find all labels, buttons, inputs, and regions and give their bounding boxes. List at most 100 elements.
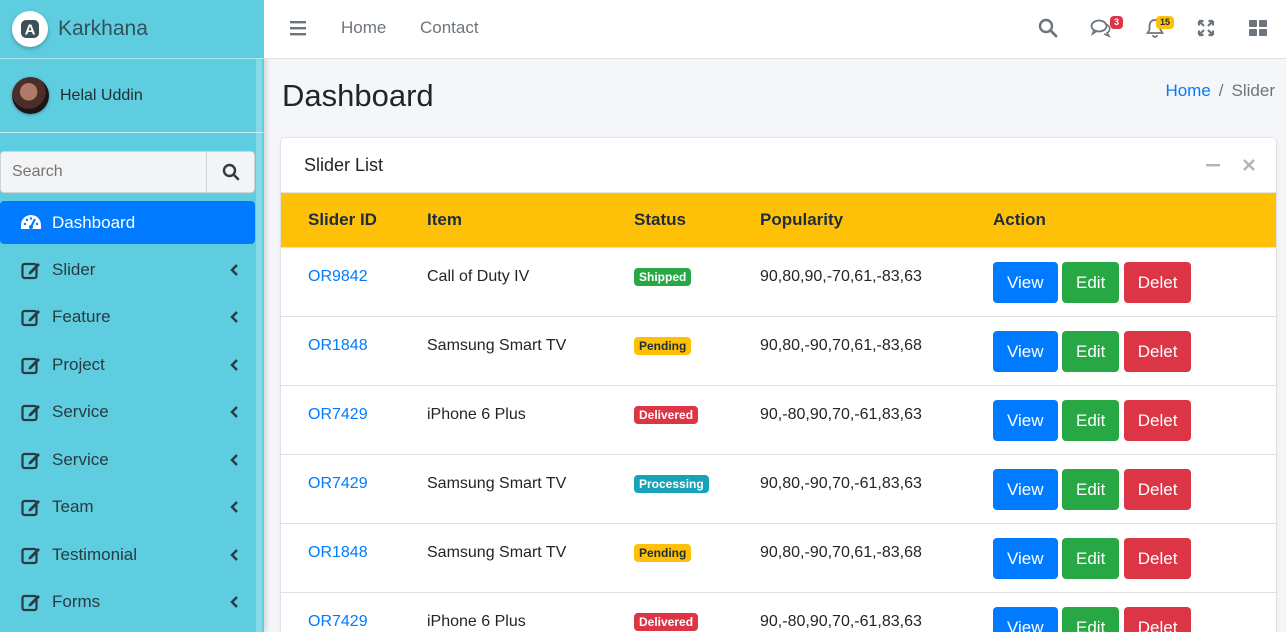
view-button[interactable]: View (993, 261, 1058, 303)
table-row: OR1848 Samsung Smart TV Pending 90,80,-9… (281, 523, 1276, 592)
brand-link[interactable]: A Karkhana (0, 0, 264, 59)
close-icon[interactable] (1242, 158, 1256, 172)
delete-button[interactable]: Delet (1123, 537, 1192, 579)
fullscreen-icon[interactable] (1195, 17, 1217, 39)
card-header: Slider List (281, 138, 1276, 193)
avatar (12, 77, 49, 114)
slider-table: Slider ID Item Status Popularity Action … (281, 193, 1276, 632)
sidebar-item-service[interactable]: Service (0, 389, 255, 437)
column-header-popularity: Popularity (760, 209, 844, 229)
slider-id-link[interactable]: OR7429 (281, 385, 427, 454)
sidebar-item-label: Service (52, 449, 109, 469)
view-button[interactable]: View (993, 468, 1058, 510)
chevron-left-icon (230, 358, 238, 371)
edit-button[interactable]: Edit (1062, 606, 1120, 632)
sidebar-item-slider[interactable]: Slider (0, 246, 255, 294)
breadcrumb-home[interactable]: Home (1165, 81, 1210, 101)
edit-icon (20, 544, 42, 566)
sidebar-search (0, 151, 255, 193)
column-header-item: Item (427, 209, 462, 229)
table-row: OR7429 iPhone 6 Plus Delivered 90,-80,90… (281, 385, 1276, 454)
table-row: OR7429 Samsung Smart TV Processing 90,80… (281, 454, 1276, 523)
sidebar-item-team[interactable]: Team (0, 484, 255, 532)
tachometer-icon (20, 212, 42, 234)
status-badge: Delivered (634, 612, 699, 631)
slider-list-card: Slider List Slider ID Item Status Popula… (281, 138, 1276, 632)
edit-button[interactable]: Edit (1062, 399, 1120, 441)
edit-icon (20, 401, 42, 423)
sidebar-item-project[interactable]: Project (0, 341, 255, 389)
edit-button[interactable]: Edit (1062, 330, 1120, 372)
slider-id-link[interactable]: OR9842 (281, 247, 427, 316)
status-badge: Delivered (634, 405, 699, 424)
column-header-slider-id: Slider ID (308, 209, 377, 229)
search-button[interactable] (206, 151, 255, 193)
delete-button[interactable]: Delet (1123, 330, 1192, 372)
sidebar-item-label: Dashboard (52, 212, 136, 232)
chevron-left-icon (230, 263, 238, 276)
sidebar-item-label: Testimonial (52, 544, 138, 564)
hamburger-menu-icon[interactable] (290, 20, 306, 36)
breadcrumb-current: Slider (1231, 81, 1275, 100)
item-cell: Call of Duty IV (427, 267, 530, 285)
edit-icon (20, 449, 42, 471)
user-panel[interactable]: Helal Uddin (0, 59, 264, 133)
view-button[interactable]: View (993, 606, 1058, 632)
table-row: OR1848 Samsung Smart TV Pending 90,80,-9… (281, 316, 1276, 385)
edit-icon (20, 591, 42, 613)
edit-icon (20, 259, 42, 281)
popularity-cell: 90,80,-90,70,-61,83,63 (760, 474, 922, 492)
edit-button[interactable]: Edit (1062, 537, 1120, 579)
search-icon[interactable] (1037, 17, 1059, 39)
view-button[interactable]: View (993, 330, 1058, 372)
view-button[interactable]: View (993, 399, 1058, 441)
slider-id-link[interactable]: OR7429 (281, 592, 427, 632)
sidebar-item-dashboard[interactable]: Dashboard (0, 201, 255, 244)
popularity-cell: 90,80,-90,70,61,-83,68 (760, 336, 922, 354)
search-input[interactable] (0, 151, 206, 193)
sidebar-item-label: Feature (52, 307, 111, 327)
slider-id-link[interactable]: OR1848 (281, 316, 427, 385)
status-badge: Shipped (634, 267, 692, 286)
table-header-row: Slider ID Item Status Popularity Action (281, 193, 1276, 247)
delete-button[interactable]: Delet (1123, 468, 1192, 510)
breadcrumb: Home / Slider (1165, 81, 1275, 101)
item-cell: Samsung Smart TV (427, 474, 567, 492)
nav-link-home[interactable]: Home (341, 18, 386, 38)
chevron-left-icon (230, 311, 238, 324)
sidebar-item-label: Forms (52, 592, 101, 612)
item-cell: Samsung Smart TV (427, 336, 567, 354)
minus-icon[interactable] (1206, 158, 1220, 172)
notifications-badge: 15 (1156, 16, 1175, 29)
search-icon (222, 163, 239, 181)
sidebar-item-forms[interactable]: Forms (0, 579, 255, 627)
delete-button[interactable]: Delet (1123, 399, 1192, 441)
breadcrumb-separator: / (1218, 81, 1224, 100)
sidebar-item-feature[interactable]: Feature (0, 294, 255, 342)
item-cell: Samsung Smart TV (427, 543, 567, 561)
edit-icon (20, 496, 42, 518)
chevron-left-icon (230, 548, 238, 561)
edit-button[interactable]: Edit (1062, 468, 1120, 510)
column-header-action: Action (993, 209, 1046, 229)
item-cell: iPhone 6 Plus (427, 405, 526, 423)
messages-icon[interactable] (1090, 17, 1112, 39)
slider-id-link[interactable]: OR1848 (281, 523, 427, 592)
delete-button[interactable]: Delet (1123, 261, 1192, 303)
grid-icon[interactable] (1247, 17, 1269, 39)
delete-button[interactable]: Delet (1123, 606, 1192, 632)
nav-link-contact[interactable]: Contact (420, 18, 479, 38)
chevron-left-icon (230, 596, 238, 609)
view-button[interactable]: View (993, 537, 1058, 579)
sidebar-item-testimonial[interactable]: Testimonial (0, 531, 255, 579)
item-cell: iPhone 6 Plus (427, 612, 526, 630)
brand-logo-icon: A (12, 11, 48, 47)
edit-button[interactable]: Edit (1062, 261, 1120, 303)
popularity-cell: 90,-80,90,70,-61,83,63 (760, 612, 922, 630)
slider-id-link[interactable]: OR7429 (281, 454, 427, 523)
popularity-cell: 90,80,90,-70,61,-83,63 (760, 267, 922, 285)
sidebar-item-service-2[interactable]: Service (0, 436, 255, 484)
sidebar-scrollbar[interactable] (256, 59, 262, 632)
sidebar-item-label: Slider (52, 259, 96, 279)
chevron-left-icon (230, 501, 238, 514)
